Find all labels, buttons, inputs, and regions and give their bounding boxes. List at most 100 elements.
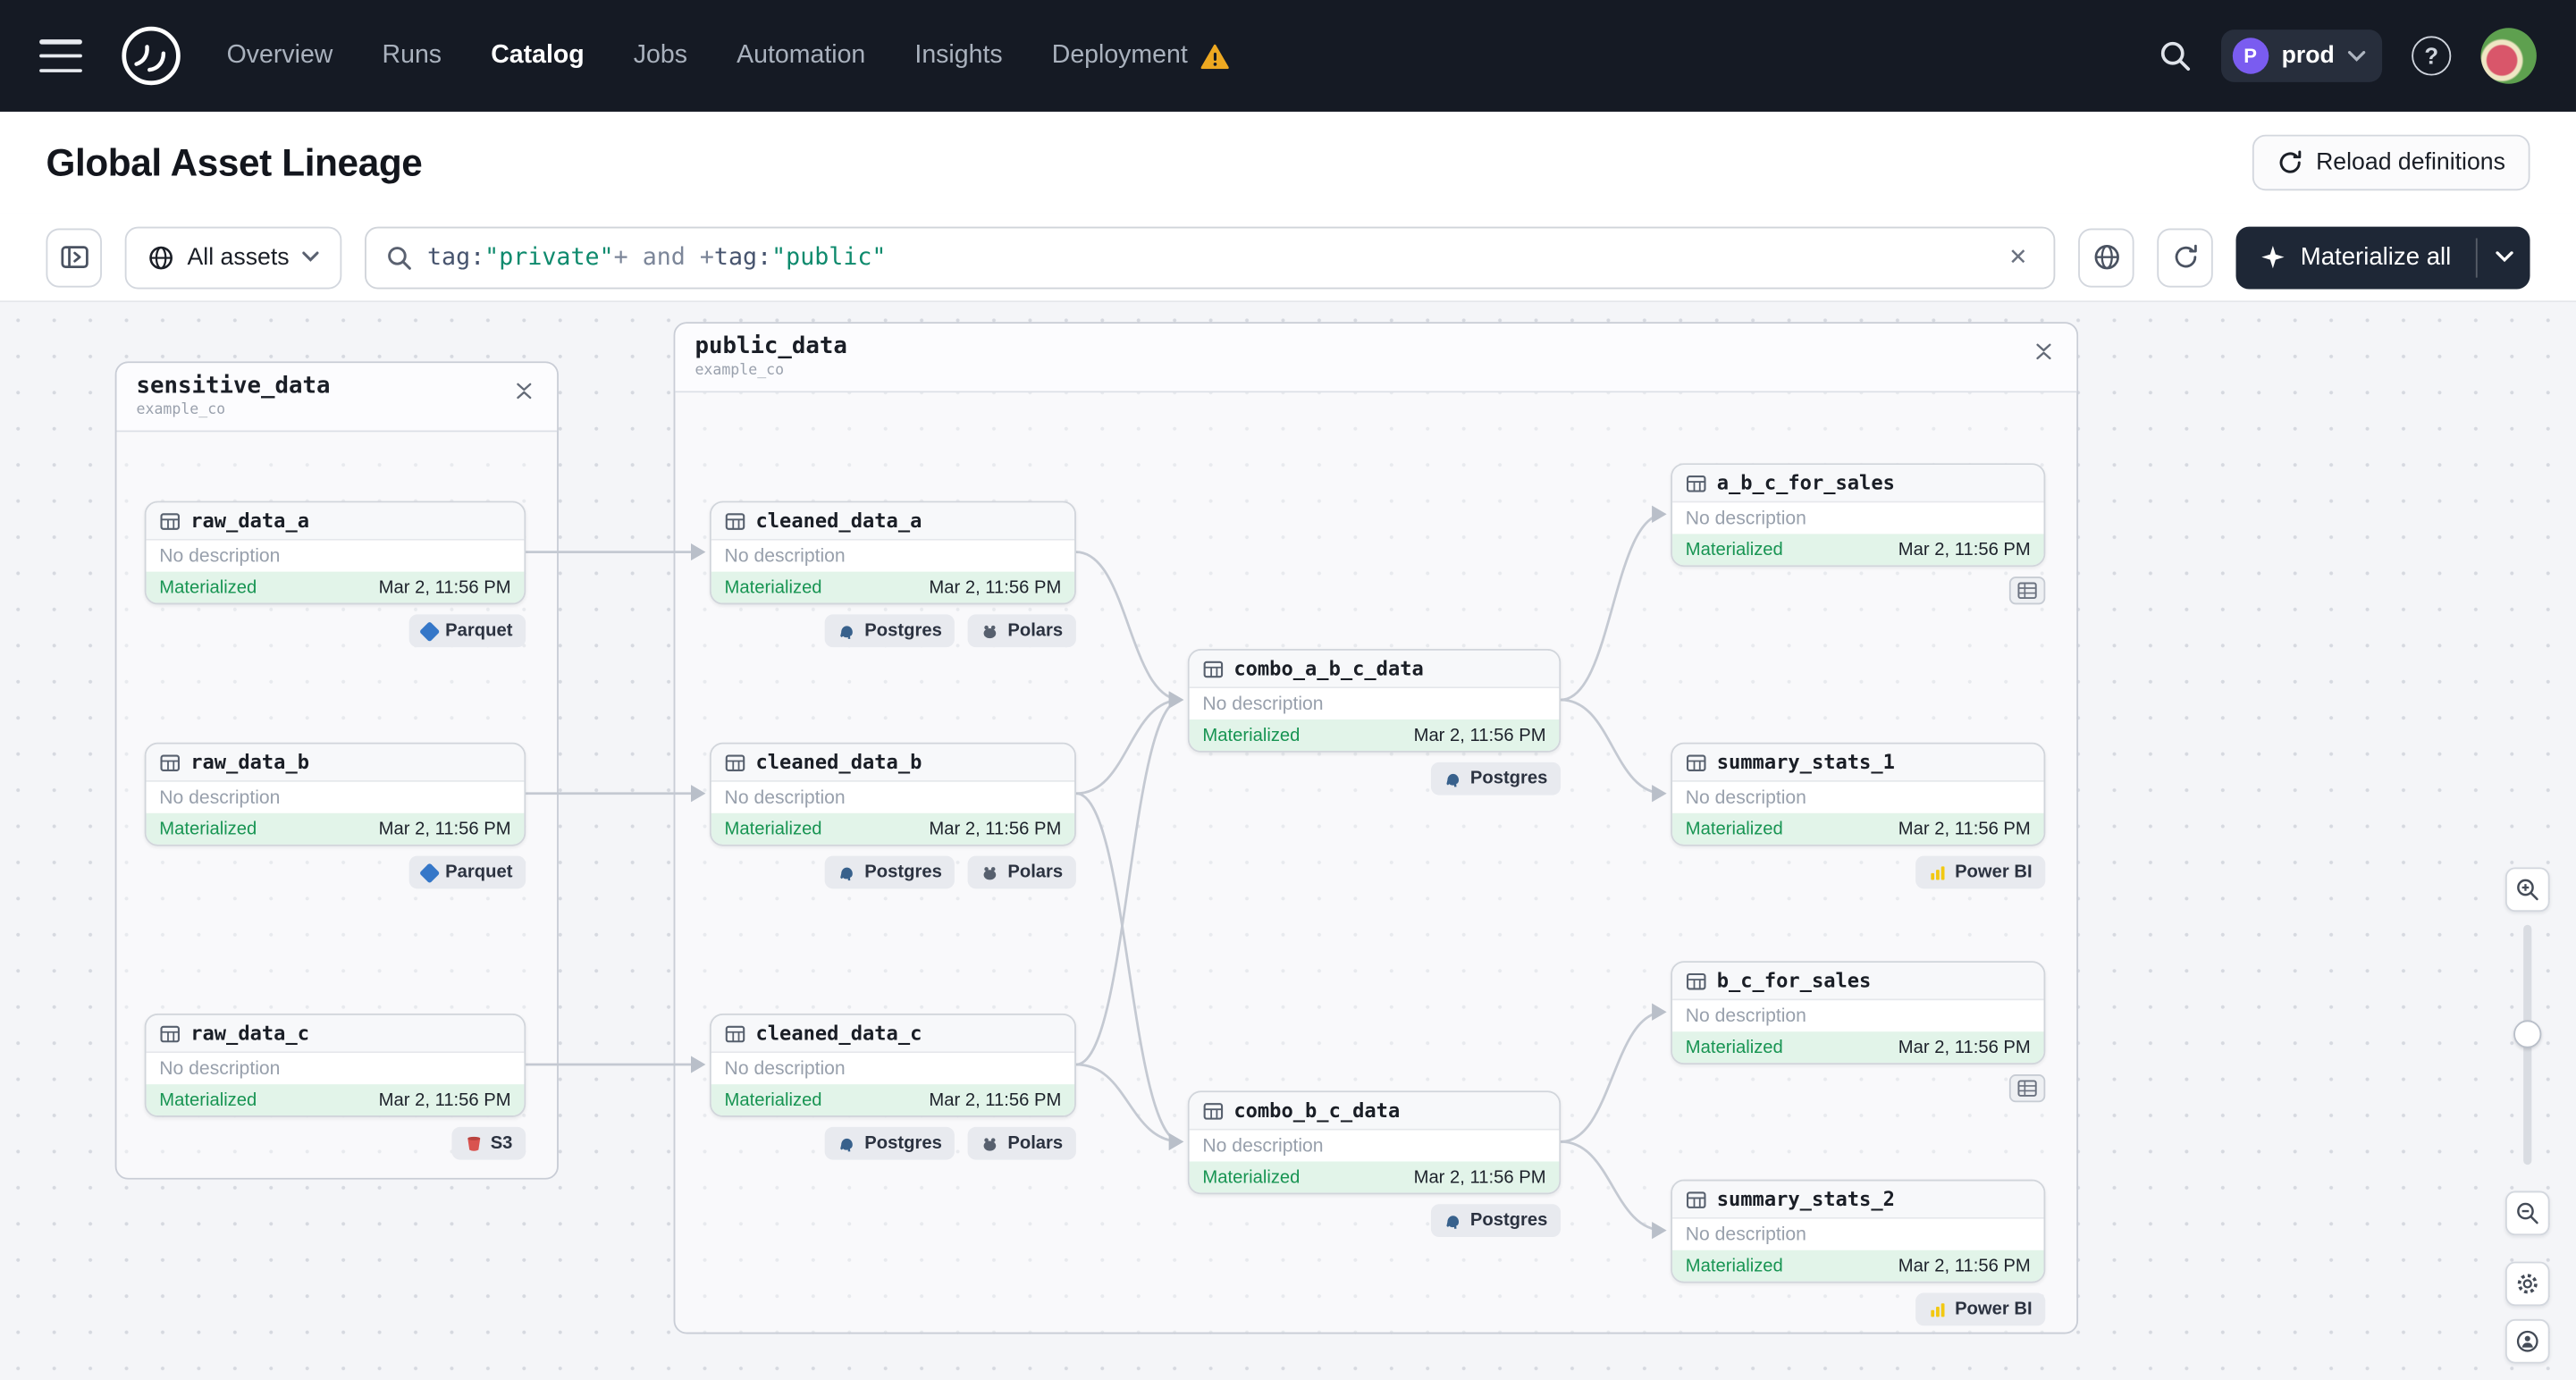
- tag-polars[interactable]: Polars: [968, 1126, 1076, 1160]
- asset-node-combo_a_b_c_data[interactable]: combo_a_b_c_data No description Material…: [1187, 649, 1562, 753]
- zoom-in-button[interactable]: [2504, 867, 2550, 913]
- hamburger-menu-icon[interactable]: [39, 39, 82, 72]
- asset-node-raw_data_a[interactable]: raw_data_a No description Materialized Ma…: [144, 501, 526, 605]
- nav-item-automation[interactable]: Automation: [737, 41, 865, 71]
- materialized-time[interactable]: Mar 2, 11:56 PM: [1898, 540, 2031, 560]
- zoom-slider-knob[interactable]: [2513, 1020, 2542, 1048]
- zoom-out-button[interactable]: [2504, 1191, 2550, 1236]
- asset-node-cleaned_data_b[interactable]: cleaned_data_b No description Materializ…: [710, 742, 1076, 846]
- asset-name: a_b_c_for_sales: [1716, 471, 1895, 495]
- powerbi-icon: [1929, 1300, 1947, 1318]
- tag-powerbi[interactable]: Power BI: [1915, 1292, 2046, 1326]
- materialized-status[interactable]: Materialized: [725, 1090, 822, 1110]
- postgres-icon: [1444, 770, 1461, 787]
- materialized-status[interactable]: Materialized: [159, 1090, 257, 1110]
- asset-node-b_c_for_sales[interactable]: b_c_for_sales No description Materialize…: [1671, 961, 2046, 1065]
- asset-node-summary_stats_2[interactable]: summary_stats_2 No description Materiali…: [1671, 1179, 2046, 1283]
- materialized-time[interactable]: Mar 2, 11:56 PM: [929, 1090, 1061, 1110]
- deployment-switcher[interactable]: P prod: [2220, 29, 2383, 82]
- asset-tags-cleaned_data_c: Postgres Polars: [825, 1126, 1076, 1160]
- asset-node-combo_b_c_data[interactable]: combo_b_c_data No description Materializ…: [1187, 1090, 1562, 1195]
- materialized-time[interactable]: Mar 2, 11:56 PM: [379, 819, 511, 838]
- sparkle-icon: [2261, 246, 2286, 269]
- page-header: Global Asset Lineage Reload definitions: [0, 111, 2576, 214]
- nav-item-overview[interactable]: Overview: [227, 41, 333, 71]
- materialized-time[interactable]: Mar 2, 11:56 PM: [379, 1090, 511, 1110]
- nav-item-runs[interactable]: Runs: [383, 41, 442, 71]
- tag-postgres[interactable]: Postgres: [1430, 762, 1562, 795]
- s3-bucket-icon: [464, 1134, 482, 1152]
- nav-item-insights[interactable]: Insights: [914, 41, 1002, 71]
- asset-node-raw_data_c[interactable]: raw_data_c No description Materialized Ma…: [144, 1014, 526, 1117]
- tag-label: Parquet: [445, 862, 513, 883]
- materialized-status[interactable]: Materialized: [159, 819, 257, 838]
- tag-polars[interactable]: Polars: [968, 614, 1076, 648]
- materialized-status[interactable]: Materialized: [1686, 540, 1783, 560]
- tag-postgres[interactable]: Postgres: [825, 1126, 955, 1160]
- nav-item-deployment[interactable]: Deployment: [1052, 41, 1229, 71]
- csv-file-icon[interactable]: [2008, 1074, 2046, 1103]
- dagster-logo-icon[interactable]: [118, 23, 184, 89]
- recenter-button[interactable]: [2504, 1318, 2550, 1364]
- materialized-status[interactable]: Materialized: [1686, 1256, 1783, 1275]
- asset-node-raw_data_b[interactable]: raw_data_b No description Materialized Ma…: [144, 742, 526, 846]
- asset-node-a_b_c_for_sales[interactable]: a_b_c_for_sales No description Materiali…: [1671, 463, 2046, 568]
- asset-description: No description: [1189, 1130, 1560, 1162]
- materialize-all-button[interactable]: Materialize all: [2236, 226, 2476, 289]
- materialized-time[interactable]: Mar 2, 11:56 PM: [1414, 1167, 1546, 1187]
- asset-tags-cleaned_data_b: Postgres Polars: [825, 855, 1076, 889]
- tag-polars[interactable]: Polars: [968, 855, 1076, 889]
- asset-name: summary_stats_2: [1716, 1187, 1895, 1211]
- help-icon[interactable]: ?: [2412, 36, 2452, 76]
- tag-label: Power BI: [1955, 862, 2033, 883]
- tag-parquet[interactable]: Parquet: [408, 855, 526, 889]
- user-avatar[interactable]: [2480, 28, 2537, 84]
- refresh-icon: [2175, 244, 2197, 268]
- open-left-panel-button[interactable]: [46, 227, 102, 287]
- asset-name: cleaned_data_b: [755, 750, 922, 774]
- asset-node-cleaned_data_c[interactable]: cleaned_data_c No description Materializ…: [710, 1014, 1076, 1117]
- materialized-time[interactable]: Mar 2, 11:56 PM: [929, 819, 1061, 838]
- asset-selection-input[interactable]: tag:"private"+ and +tag:"public" ✕: [365, 225, 2056, 289]
- tag-powerbi[interactable]: Power BI: [1915, 855, 2046, 889]
- materialized-time[interactable]: Mar 2, 11:56 PM: [1898, 1038, 2031, 1057]
- materialize-all-split-button: Materialize all: [2236, 225, 2530, 289]
- materialized-status[interactable]: Materialized: [725, 577, 822, 597]
- tag-s3[interactable]: S3: [450, 1126, 526, 1160]
- asset-scope-dropdown[interactable]: All assets: [124, 225, 342, 289]
- table-icon: [1686, 1191, 1706, 1208]
- materialized-time[interactable]: Mar 2, 11:56 PM: [1898, 819, 2031, 838]
- tag-postgres[interactable]: Postgres: [1430, 1204, 1562, 1238]
- table-icon: [1203, 660, 1224, 677]
- materialized-time[interactable]: Mar 2, 11:56 PM: [379, 577, 511, 597]
- asset-tags-b_c_for_sales: [2008, 1074, 2046, 1103]
- materialized-time[interactable]: Mar 2, 11:56 PM: [929, 577, 1061, 597]
- materialized-status[interactable]: Materialized: [725, 819, 822, 838]
- asset-node-cleaned_data_a[interactable]: cleaned_data_a No description Materializ…: [710, 501, 1076, 605]
- nav-item-jobs[interactable]: Jobs: [634, 41, 687, 71]
- materialized-status[interactable]: Materialized: [1686, 819, 1783, 838]
- materialized-status[interactable]: Materialized: [1686, 1038, 1783, 1057]
- csv-file-icon[interactable]: [2008, 576, 2046, 605]
- clear-query-icon[interactable]: ✕: [2002, 237, 2034, 278]
- lineage-canvas[interactable]: sensitive_data example_co public_data ex…: [0, 302, 2576, 1380]
- tag-postgres[interactable]: Postgres: [825, 614, 955, 648]
- selection-syntax-globe-button[interactable]: [2078, 227, 2135, 287]
- tag-postgres[interactable]: Postgres: [825, 855, 955, 889]
- materialized-status[interactable]: Materialized: [1202, 725, 1300, 745]
- tag-parquet[interactable]: Parquet: [408, 614, 526, 648]
- tag-label: Postgres: [864, 862, 942, 883]
- asset-node-summary_stats_1[interactable]: summary_stats_1 No description Materiali…: [1671, 742, 2046, 846]
- materialized-time[interactable]: Mar 2, 11:56 PM: [1414, 725, 1546, 745]
- materialize-options-button[interactable]: [2478, 226, 2530, 289]
- materialized-status[interactable]: Materialized: [1202, 1167, 1300, 1187]
- search-icon[interactable]: [2159, 39, 2192, 72]
- zoom-slider[interactable]: [2513, 924, 2542, 1165]
- reload-definitions-button[interactable]: Reload definitions: [2252, 134, 2530, 191]
- asset-description: No description: [1189, 688, 1560, 720]
- refresh-graph-button[interactable]: [2157, 227, 2214, 287]
- graph-settings-button[interactable]: [2504, 1261, 2550, 1307]
- nav-item-catalog[interactable]: Catalog: [491, 41, 584, 71]
- materialized-status[interactable]: Materialized: [159, 577, 257, 597]
- materialized-time[interactable]: Mar 2, 11:56 PM: [1898, 1256, 2031, 1275]
